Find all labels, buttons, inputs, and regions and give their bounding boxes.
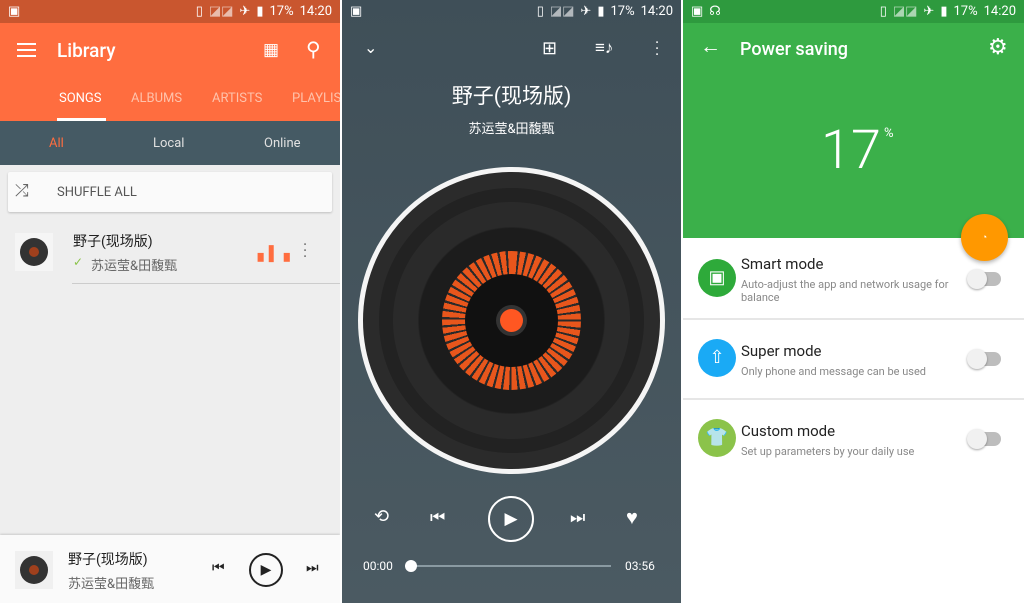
play-button[interactable]: ▶	[249, 553, 283, 587]
vinyl-disc	[358, 167, 665, 474]
status-bar: ▣ ☊ ▯ ◪◪ ✈ ▮ 17% 14:20	[683, 0, 1024, 23]
clock: 14:20	[983, 4, 1016, 19]
track-title: 野子(现场版)	[451, 85, 572, 109]
battery-icon: ▮	[256, 4, 264, 19]
equalizer-grid-icon[interactable]: ⊞	[542, 38, 557, 59]
no-sim-icon: ◪◪	[549, 4, 575, 19]
smart-mode-toggle[interactable]	[967, 269, 1001, 289]
airplane-icon: ✈	[580, 4, 592, 19]
super-mode-toggle[interactable]	[967, 349, 1001, 369]
no-sim-icon: ◪◪	[208, 4, 234, 19]
vibrate-icon: ▯	[536, 4, 544, 19]
vibrate-icon: ▯	[195, 4, 203, 19]
next-icon[interactable]: ⏭	[306, 560, 319, 576]
queue-icon[interactable]: ≡♪	[595, 38, 613, 58]
back-arrow-icon[interactable]: ←	[700, 35, 721, 59]
mode-row-super[interactable]: ⇧ Super mode Only phone and message can …	[683, 320, 1024, 398]
player-screen: ▣ ▯ ◪◪ ✈ ▮ 17% 14:20 ⌄ ⊞ ≡♪ · · · 野子(现场版) …	[342, 0, 681, 603]
seek-bar[interactable]	[405, 560, 611, 572]
headphones-icon: ☊	[709, 4, 721, 19]
app-bar: Library ▦ ⚲ SONGS ALBUMS ARTISTS PLAYLIS…	[0, 23, 340, 121]
shirt-icon: 👕	[698, 419, 736, 457]
previous-icon[interactable]: ⏮	[430, 508, 445, 528]
mode-description-cont: balance	[741, 291, 780, 304]
more-options-icon[interactable]: · · ·	[655, 35, 659, 63]
filter-local[interactable]: Local	[153, 136, 184, 151]
vibrate-icon: ▯	[879, 4, 887, 19]
mode-description: Only phone and message can be used	[741, 365, 927, 378]
seek-thumb[interactable]	[405, 560, 417, 572]
play-button[interactable]: ▶	[488, 496, 534, 542]
mode-name: Custom mode	[741, 422, 836, 440]
divider	[72, 283, 340, 284]
power-saving-screen: ▣ ☊ ▯ ◪◪ ✈ ▮ 17% 14:20 ← Power saving ⚙ …	[683, 0, 1024, 603]
grid-view-icon[interactable]: ▦	[263, 40, 279, 60]
disc-label	[500, 309, 523, 332]
battery-level: 17%	[269, 4, 294, 19]
battery-percent-unit: %	[884, 126, 894, 141]
mini-album-art	[15, 551, 53, 589]
clock: 14:20	[640, 4, 673, 19]
song-row[interactable]: 野子(现场版) ✓ 苏运莹&田馥甄 ▖▌▗ · · ·	[0, 220, 340, 284]
shuffle-label: SHUFFLE ALL	[57, 185, 137, 200]
collapse-chevron-icon[interactable]: ⌄	[364, 38, 377, 57]
library-screen: ▣ ▯ ◪◪ ✈ ▮ 17% 14:20 Library ▦ ⚲ SONGS A…	[0, 0, 340, 603]
mode-description: Set up parameters by your daily use	[741, 445, 915, 458]
tab-playlists[interactable]: PLAYLISTS	[292, 91, 340, 106]
mode-row-smart[interactable]: ▣ Smart mode Auto-adjust the app and net…	[683, 240, 1024, 318]
battery-level: 17%	[610, 4, 635, 19]
song-artist: 苏运莹&田馥甄	[91, 259, 178, 274]
settings-gear-icon[interactable]: ⚙	[988, 35, 1008, 60]
filter-all[interactable]: All	[49, 136, 64, 151]
song-title: 野子(现场版)	[73, 234, 153, 250]
airplane-icon: ✈	[239, 4, 251, 19]
mini-artist: 苏运莹&田馥甄	[68, 577, 155, 592]
now-playing-icon: ▖▌▗	[258, 246, 290, 262]
elapsed-time: 00:00	[363, 559, 393, 573]
page-title: Library	[57, 39, 116, 62]
menu-icon[interactable]	[17, 43, 36, 57]
mini-title: 野子(现场版)	[68, 552, 148, 568]
clock: 14:20	[299, 4, 332, 19]
tab-songs[interactable]: SONGS	[59, 91, 102, 106]
favorite-heart-icon[interactable]: ♥	[626, 505, 638, 530]
album-art	[15, 233, 53, 271]
next-icon[interactable]: ⏭	[570, 508, 585, 528]
image-notification-icon: ▣	[691, 4, 704, 19]
mode-name: Super mode	[741, 342, 822, 360]
more-options-icon[interactable]: · · ·	[303, 237, 307, 265]
image-notification-icon: ▣	[350, 4, 363, 19]
filter-bar: All Local Online	[0, 121, 340, 165]
previous-icon[interactable]: ⏮	[212, 560, 225, 576]
shuffle-all-button[interactable]: ⤮ SHUFFLE ALL	[8, 172, 332, 212]
mode-description: Auto-adjust the app and network usage fo…	[741, 278, 949, 291]
track-artist: 苏运莹&田馥甄	[468, 122, 555, 137]
mode-name: Smart mode	[741, 255, 824, 273]
filter-online[interactable]: Online	[264, 136, 301, 151]
battery-level: 17%	[953, 4, 978, 19]
image-notification-icon: ▣	[8, 4, 21, 19]
mini-player[interactable]: 野子(现场版) 苏运莹&田馥甄 ⏮ ▶ ⏭	[0, 535, 340, 603]
no-sim-icon: ◪◪	[892, 4, 918, 19]
status-bar: ▣ ▯ ◪◪ ✈ ▮ 17% 14:20	[0, 0, 340, 23]
airplane-icon: ✈	[923, 4, 935, 19]
repeat-icon[interactable]: ⟲	[374, 506, 389, 527]
tab-albums[interactable]: ALBUMS	[131, 91, 182, 106]
battery-icon: ▮	[597, 4, 605, 19]
battery-icon: ▮	[940, 4, 948, 19]
battery-percentage: 17	[821, 119, 881, 182]
custom-mode-toggle[interactable]	[967, 429, 1001, 449]
android-icon: ▣	[698, 259, 736, 297]
mode-row-custom[interactable]: 👕 Custom mode Set up parameters by your …	[683, 400, 1024, 478]
duration: 03:56	[625, 559, 655, 573]
search-icon[interactable]: ⚲	[306, 37, 321, 61]
tab-artists[interactable]: ARTISTS	[212, 91, 262, 106]
status-bar: ▣ ▯ ◪◪ ✈ ▮ 17% 14:20	[342, 0, 681, 23]
shuffle-icon: ⤮	[15, 181, 29, 201]
page-title: Power saving	[740, 39, 848, 60]
downloaded-check-icon: ✓	[73, 255, 84, 269]
rocket-icon: ⇧	[698, 339, 736, 377]
header: ← Power saving ⚙ 17 %	[683, 23, 1024, 238]
